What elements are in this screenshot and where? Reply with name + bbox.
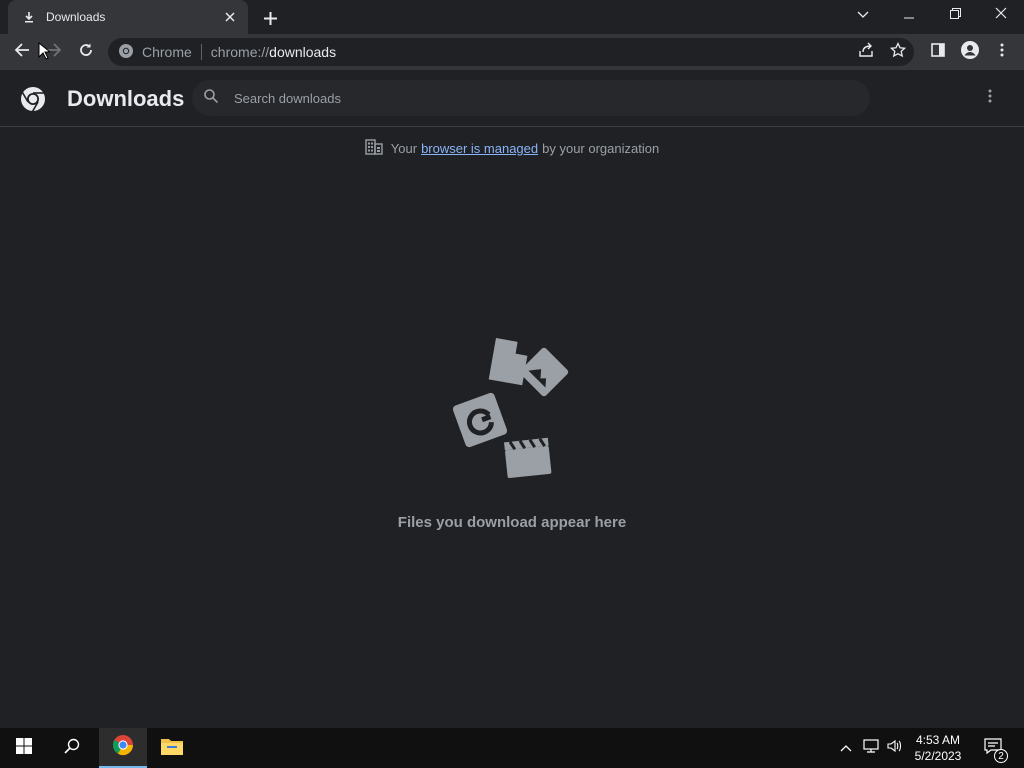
- mouse-cursor-icon: [38, 41, 52, 65]
- network-tray-button[interactable]: [860, 728, 882, 768]
- tab-downloads[interactable]: Downloads: [8, 0, 248, 34]
- downloads-header: Downloads: [0, 70, 1024, 127]
- chevron-up-icon: [840, 739, 852, 757]
- star-icon: [889, 41, 907, 63]
- file-explorer-icon: [161, 737, 183, 760]
- restore-icon: [949, 6, 961, 24]
- url-host: downloads: [269, 44, 337, 60]
- minimize-icon: [904, 6, 914, 24]
- back-icon: [14, 42, 30, 63]
- taskbar-file-explorer[interactable]: [148, 728, 196, 768]
- clock-date: 5/2/2023: [914, 749, 962, 763]
- windows-start-icon: [16, 737, 32, 759]
- search-downloads[interactable]: [192, 80, 870, 116]
- search-icon: [64, 738, 80, 759]
- close-tab-icon[interactable]: [222, 9, 238, 25]
- volume-icon: [887, 739, 903, 758]
- browser-managed-link[interactable]: browser is managed: [421, 141, 538, 156]
- menu-icon: [1000, 43, 1004, 62]
- new-tab-button[interactable]: [258, 6, 282, 30]
- bookmark-button[interactable]: [884, 38, 912, 66]
- taskbar-clock[interactable]: 4:53 AM 5/2/2023: [906, 732, 970, 764]
- show-hidden-icons-button[interactable]: [836, 728, 856, 768]
- taskbar-search-button[interactable]: [48, 728, 96, 768]
- restore-button[interactable]: [932, 0, 978, 30]
- reload-icon: [78, 42, 94, 63]
- profile-icon: [961, 40, 979, 64]
- close-icon: [995, 6, 1007, 24]
- clock-time: 4:53 AM: [915, 733, 961, 747]
- reload-button[interactable]: [72, 38, 100, 66]
- more-actions-button[interactable]: [978, 86, 1002, 110]
- profile-button[interactable]: [956, 38, 984, 66]
- back-button[interactable]: [8, 38, 36, 66]
- empty-state-message: Files you download appear here: [397, 514, 627, 531]
- share-icon: [858, 42, 874, 63]
- chevron-down-icon: [857, 6, 869, 24]
- taskbar-chrome[interactable]: [99, 728, 147, 768]
- building-icon: [365, 139, 383, 158]
- site-chip: Chrome: [142, 44, 192, 60]
- browser-toolbar: Chrome chrome://downloads: [0, 34, 1024, 70]
- managed-suffix: by your organization: [542, 141, 660, 156]
- share-button[interactable]: [852, 38, 880, 66]
- volume-tray-button[interactable]: [884, 728, 906, 768]
- chrome-site-icon: [118, 43, 134, 62]
- tab-search-button[interactable]: [840, 0, 886, 30]
- side-panel-icon: [931, 42, 945, 62]
- download-icon: [22, 10, 36, 24]
- search-icon: [204, 88, 219, 108]
- tab-strip: Downloads: [0, 0, 1024, 34]
- document-icon: [488, 338, 528, 386]
- search-input[interactable]: [234, 90, 834, 106]
- managed-notice: Your browser is managed by your organiza…: [0, 139, 1024, 158]
- network-icon: [863, 738, 879, 758]
- chrome-logo-icon: [20, 86, 46, 112]
- managed-prefix: Your: [390, 141, 418, 156]
- chrome-menu-button[interactable]: [988, 38, 1016, 66]
- audio-icon: [452, 392, 508, 448]
- address-bar[interactable]: Chrome chrome://downloads: [108, 38, 914, 66]
- notification-count-badge: 2: [994, 749, 1008, 763]
- close-window-button[interactable]: [978, 0, 1024, 30]
- empty-downloads-illustration: [448, 334, 576, 484]
- start-button[interactable]: [0, 728, 48, 768]
- omnibox-divider: [200, 44, 202, 60]
- tab-title: Downloads: [46, 10, 106, 24]
- side-panel-button[interactable]: [924, 38, 952, 66]
- chrome-icon: [112, 734, 134, 761]
- page-title: Downloads: [67, 86, 185, 111]
- more-vert-icon: [988, 89, 992, 108]
- video-icon: [504, 437, 552, 479]
- minimize-button[interactable]: [886, 0, 932, 30]
- url-scheme: chrome://: [210, 44, 270, 60]
- windows-taskbar: 4:53 AM 5/2/2023: [0, 728, 1024, 768]
